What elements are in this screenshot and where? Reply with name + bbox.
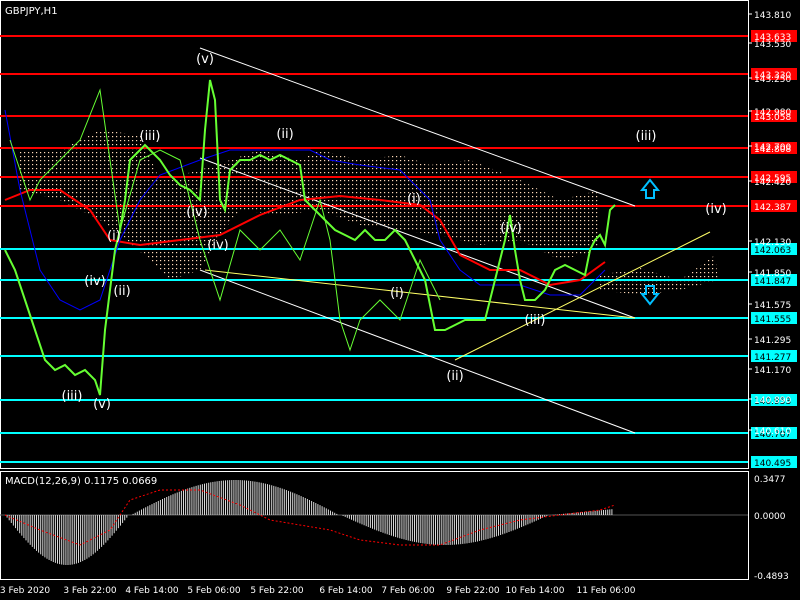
level-price-label: 141.555 bbox=[754, 315, 791, 325]
macd-tick-label: 0.0000 bbox=[754, 512, 786, 522]
wave-label: (i) bbox=[107, 229, 121, 244]
wave-label: (ii) bbox=[113, 284, 130, 299]
macd-label: MACD(12,26,9) 0.1175 0.0669 bbox=[5, 476, 157, 487]
wave-label: (i) bbox=[407, 192, 421, 207]
wave-label: (iii) bbox=[140, 129, 161, 144]
level-price-label: 140.495 bbox=[754, 459, 791, 469]
time-label: 5 Feb 22:00 bbox=[250, 586, 304, 596]
time-label: 6 Feb 14:00 bbox=[319, 586, 373, 596]
wave-label: (iii) bbox=[636, 129, 657, 144]
time-label: 10 Feb 14:00 bbox=[505, 586, 564, 596]
level-lines: 143.633143.330143.058142.808142.595142.3… bbox=[0, 30, 797, 469]
price-tick-label: 143.250 bbox=[754, 75, 791, 85]
wave-label: (v) bbox=[196, 52, 214, 67]
wave-label: (ii) bbox=[446, 369, 463, 384]
chart-canvas[interactable]: 143.633143.330143.058142.808142.595142.3… bbox=[0, 0, 800, 600]
price-tick-label: 142.700 bbox=[754, 143, 791, 153]
wave-label: (iv) bbox=[705, 202, 726, 217]
macd-histogram: 0.3477 0.0000 -0.4893 bbox=[0, 475, 789, 582]
level-price-label: 142.387 bbox=[754, 203, 791, 213]
time-label: 11 Feb 06:00 bbox=[576, 586, 635, 596]
price-axis: 143.810 143.530 143.250 142.980 142.700 142.4… bbox=[748, 11, 791, 437]
price-tick-label: 142.420 bbox=[754, 178, 791, 188]
time-label: 7 Feb 06:00 bbox=[381, 586, 435, 596]
price-tick-label: 140.610 bbox=[754, 427, 791, 437]
macd-tick-label: 0.3477 bbox=[754, 475, 786, 485]
wave-label: (i) bbox=[390, 286, 404, 301]
wave-label: (ii) bbox=[276, 127, 293, 142]
macd-tick-label: -0.4893 bbox=[754, 572, 789, 582]
price-tick-label: 140.890 bbox=[754, 396, 791, 406]
time-label: 3 Feb 22:00 bbox=[63, 586, 117, 596]
wave-label: (iv) bbox=[207, 238, 228, 253]
wave-label: (iv) bbox=[186, 205, 207, 220]
time-label: 3 Feb 2020 bbox=[0, 586, 50, 596]
price-tick-label: 142.130 bbox=[754, 238, 791, 248]
wave-label: (iii) bbox=[62, 389, 83, 404]
symbol-title: GBPJPY,H1 bbox=[5, 6, 58, 17]
time-label: 4 Feb 14:00 bbox=[125, 586, 179, 596]
price-tick-label: 141.170 bbox=[754, 366, 791, 376]
wave-label: (iv) bbox=[500, 221, 521, 236]
wave-label: (v) bbox=[93, 397, 111, 412]
cloud-future bbox=[600, 255, 718, 295]
price-tick-label: 143.810 bbox=[754, 11, 791, 21]
level-price-label: 141.277 bbox=[754, 353, 791, 363]
price-tick-label: 141.575 bbox=[754, 301, 791, 311]
price-tick-label: 143.530 bbox=[754, 40, 791, 50]
wave-label: (iii) bbox=[525, 313, 546, 328]
price-tick-label: 141.295 bbox=[754, 336, 791, 346]
time-axis: 3 Feb 2020 3 Feb 22:00 4 Feb 14:00 5 Feb 06… bbox=[0, 586, 636, 596]
time-label: 5 Feb 06:00 bbox=[187, 586, 241, 596]
price-tick-label: 142.980 bbox=[754, 108, 791, 118]
arrow-up-icon bbox=[639, 178, 661, 199]
time-label: 9 Feb 22:00 bbox=[446, 586, 500, 596]
price-tick-label: 141.850 bbox=[754, 269, 791, 279]
wave-label: (iv) bbox=[84, 274, 105, 289]
